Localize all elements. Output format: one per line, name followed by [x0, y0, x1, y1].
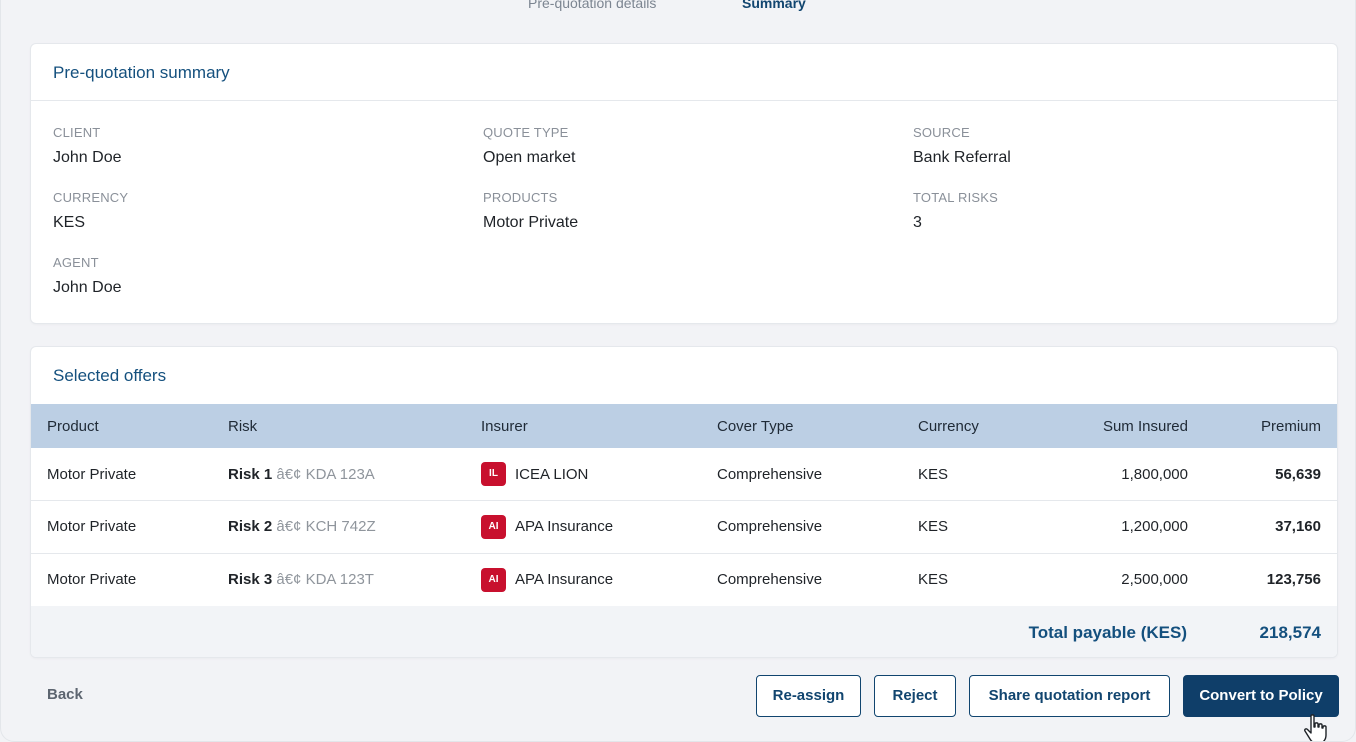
- insurer-badge-icon: IL: [481, 462, 506, 486]
- total-risks-field: TOTAL RISKS 3: [913, 190, 998, 232]
- row-risk: Risk 1 â€¢ KDA 123A: [228, 448, 481, 501]
- reject-button[interactable]: Reject: [874, 675, 956, 717]
- stepper: Pre-quotation details Summary: [1, 0, 1355, 15]
- row-insurer: AI APA Insurance: [481, 501, 717, 554]
- source-value: Bank Referral: [913, 149, 1011, 166]
- row-product: Motor Private: [47, 465, 137, 483]
- col-currency: Currency: [918, 417, 979, 435]
- risk-plate: KDA 123T: [305, 571, 374, 588]
- quote-type-label: QUOTE TYPE: [483, 125, 569, 140]
- risk-separator: â€¢: [276, 571, 302, 588]
- client-value: John Doe: [53, 149, 122, 166]
- currency-field: CURRENCY KES: [53, 190, 128, 232]
- risk-name: Risk 2: [228, 518, 273, 536]
- currency-value: KES: [53, 214, 86, 231]
- col-product: Product: [47, 417, 99, 435]
- total-risks-value: 3: [913, 214, 922, 231]
- insurer-badge-icon: AI: [481, 567, 506, 592]
- quote-type-field: QUOTE TYPE Open market: [483, 125, 575, 167]
- total-payable-value: 218,574: [1259, 623, 1321, 642]
- risk-separator: â€¢: [276, 518, 302, 536]
- total-risks-label: TOTAL RISKS: [913, 190, 999, 205]
- row-sum-insured: 2,500,000: [1121, 571, 1188, 588]
- total-payable-row: Total payable (KES) 218,574: [31, 606, 1337, 657]
- agent-field: AGENT John Doe: [53, 255, 122, 297]
- row-premium: 123,756: [1188, 553, 1337, 606]
- row-insurer: AI APA Insurance: [481, 553, 717, 606]
- row-sum-insured: 1,200,000: [1121, 518, 1188, 536]
- reassign-button[interactable]: Re-assign: [756, 675, 861, 717]
- row-currency: KES: [918, 518, 949, 536]
- client-label: CLIENT: [53, 125, 101, 140]
- row-cover-type: Comprehensive: [717, 465, 823, 483]
- source-label: SOURCE: [913, 125, 970, 140]
- pre-quotation-summary-card: Pre-quotation summary CLIENT John Doe QU…: [30, 43, 1338, 324]
- offers-table: Product Risk Insurer Cover Type Currency…: [31, 404, 1337, 606]
- step-summary[interactable]: Summary: [742, 0, 806, 11]
- row-cover-type: Comprehensive: [717, 518, 823, 536]
- risk-name: Risk 1: [228, 465, 273, 483]
- row-premium: 37,160: [1188, 501, 1337, 554]
- offers-card-title: Selected offers: [53, 366, 167, 385]
- summary-card-title: Pre-quotation summary: [31, 44, 1337, 101]
- row-cover-type: Comprehensive: [717, 571, 823, 588]
- insurer-name: ICEA LION: [515, 465, 589, 483]
- premium-value: 37,160: [1275, 518, 1321, 536]
- table-row: Motor Private Risk 3 â€¢ KDA 123T AI APA…: [31, 553, 1337, 606]
- table-row: Motor Private Risk 2 â€¢ KCH 742Z AI APA…: [31, 501, 1337, 554]
- row-product: Motor Private: [47, 518, 137, 536]
- app-frame: Pre-quotation details Summary Pre-quotat…: [0, 0, 1356, 742]
- risk-plate: KCH 742Z: [305, 518, 376, 536]
- insurer-name: APA Insurance: [515, 571, 614, 588]
- products-value: Motor Private: [483, 214, 579, 231]
- risk-name: Risk 3: [228, 571, 273, 588]
- back-button[interactable]: Back: [47, 686, 83, 703]
- row-product: Motor Private: [47, 571, 137, 588]
- agent-value: John Doe: [53, 279, 122, 296]
- selected-offers-card: Selected offers Product Risk Insurer Cov…: [30, 346, 1338, 658]
- row-risk: Risk 2 â€¢ KCH 742Z: [228, 501, 481, 554]
- col-risk: Risk: [228, 417, 258, 435]
- insurer-name: APA Insurance: [515, 518, 614, 536]
- row-currency: KES: [918, 465, 949, 483]
- total-payable-label: Total payable (KES): [1028, 623, 1187, 642]
- premium-value: 123,756: [1266, 571, 1321, 588]
- col-sum-insured: Sum Insured: [1102, 417, 1188, 435]
- row-premium: 56,639: [1188, 448, 1337, 501]
- insurer-badge-icon: AI: [481, 514, 506, 539]
- source-field: SOURCE Bank Referral: [913, 125, 1011, 167]
- premium-value: 56,639: [1275, 465, 1321, 483]
- share-quotation-report-button[interactable]: Share quotation report: [969, 675, 1170, 717]
- risk-separator: â€¢: [276, 465, 302, 483]
- row-sum-insured: 1,800,000: [1121, 465, 1188, 483]
- risk-plate: KDA 123A: [305, 465, 375, 483]
- hand-pointer-icon: [1304, 714, 1327, 741]
- client-field: CLIENT John Doe: [53, 125, 122, 167]
- offers-table-header: Product Risk Insurer Cover Type Currency…: [31, 404, 1337, 448]
- col-premium: Premium: [1260, 417, 1321, 435]
- table-row: Motor Private Risk 1 â€¢ KDA 123A IL ICE…: [31, 448, 1337, 501]
- currency-label: CURRENCY: [53, 190, 129, 205]
- quote-type-value: Open market: [483, 149, 576, 166]
- products-field: PRODUCTS Motor Private: [483, 190, 578, 232]
- agent-label: AGENT: [53, 255, 99, 270]
- row-insurer: IL ICEA LION: [481, 448, 717, 501]
- products-label: PRODUCTS: [483, 190, 558, 205]
- col-insurer: Insurer: [481, 417, 528, 435]
- row-risk: Risk 3 â€¢ KDA 123T: [228, 553, 481, 606]
- convert-to-policy-button[interactable]: Convert to Policy: [1183, 675, 1339, 717]
- col-cover-type: Cover Type: [717, 417, 794, 435]
- row-currency: KES: [918, 571, 949, 588]
- step-pre-quotation-details[interactable]: Pre-quotation details: [528, 0, 656, 11]
